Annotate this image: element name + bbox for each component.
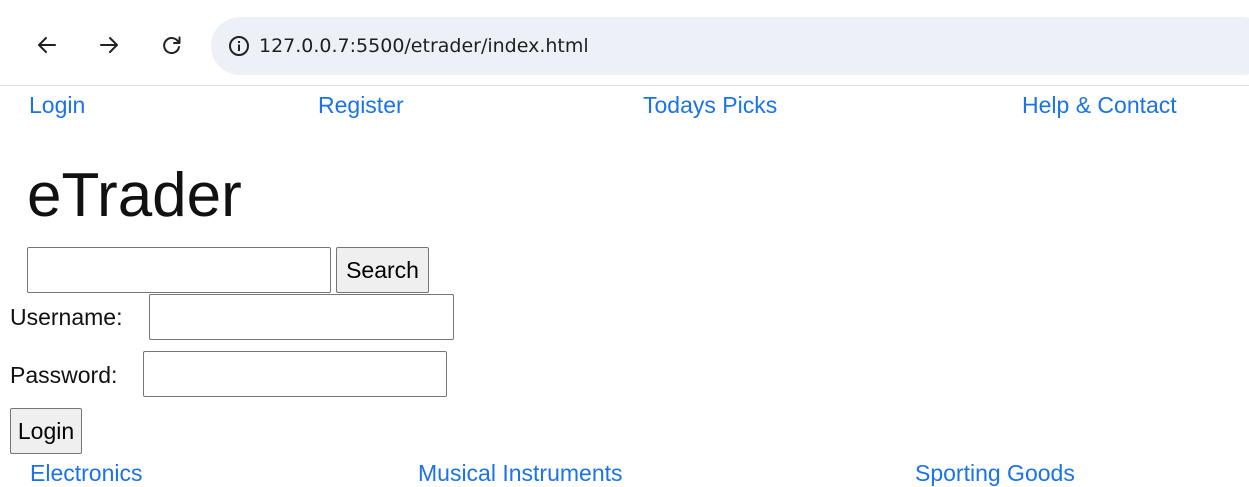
arrow-left-icon <box>38 37 56 53</box>
category-link-electronics[interactable]: Electronics <box>30 460 142 487</box>
search-button[interactable]: Search <box>336 247 429 293</box>
nav-link-register[interactable]: Register <box>318 92 404 119</box>
forward-button[interactable] <box>92 28 126 62</box>
page-title: eTrader <box>27 161 242 230</box>
password-label: Password: <box>10 362 118 388</box>
nav-link-help-contact[interactable]: Help & Contact <box>1022 92 1177 119</box>
login-button[interactable]: Login <box>10 408 82 454</box>
username-field[interactable] <box>149 294 454 340</box>
info-icon[interactable] <box>227 34 251 58</box>
browser-toolbar: 127.0.0.7:5500/etrader/index.html <box>0 0 1249 86</box>
address-bar[interactable]: 127.0.0.7:5500/etrader/index.html <box>211 17 1249 75</box>
password-field[interactable] <box>143 351 447 397</box>
back-button[interactable] <box>30 28 64 62</box>
address-url[interactable]: 127.0.0.7:5500/etrader/index.html <box>259 17 589 75</box>
category-link-sporting-goods[interactable]: Sporting Goods <box>915 460 1075 487</box>
nav-link-todays-picks[interactable]: Todays Picks <box>643 92 777 119</box>
nav-link-login[interactable]: Login <box>29 92 85 119</box>
category-link-musical-instruments[interactable]: Musical Instruments <box>418 460 623 487</box>
reload-button[interactable] <box>155 28 189 62</box>
reload-icon <box>163 36 181 54</box>
username-label: Username: <box>10 304 123 330</box>
arrow-right-icon <box>100 37 118 53</box>
search-input[interactable] <box>27 247 331 293</box>
